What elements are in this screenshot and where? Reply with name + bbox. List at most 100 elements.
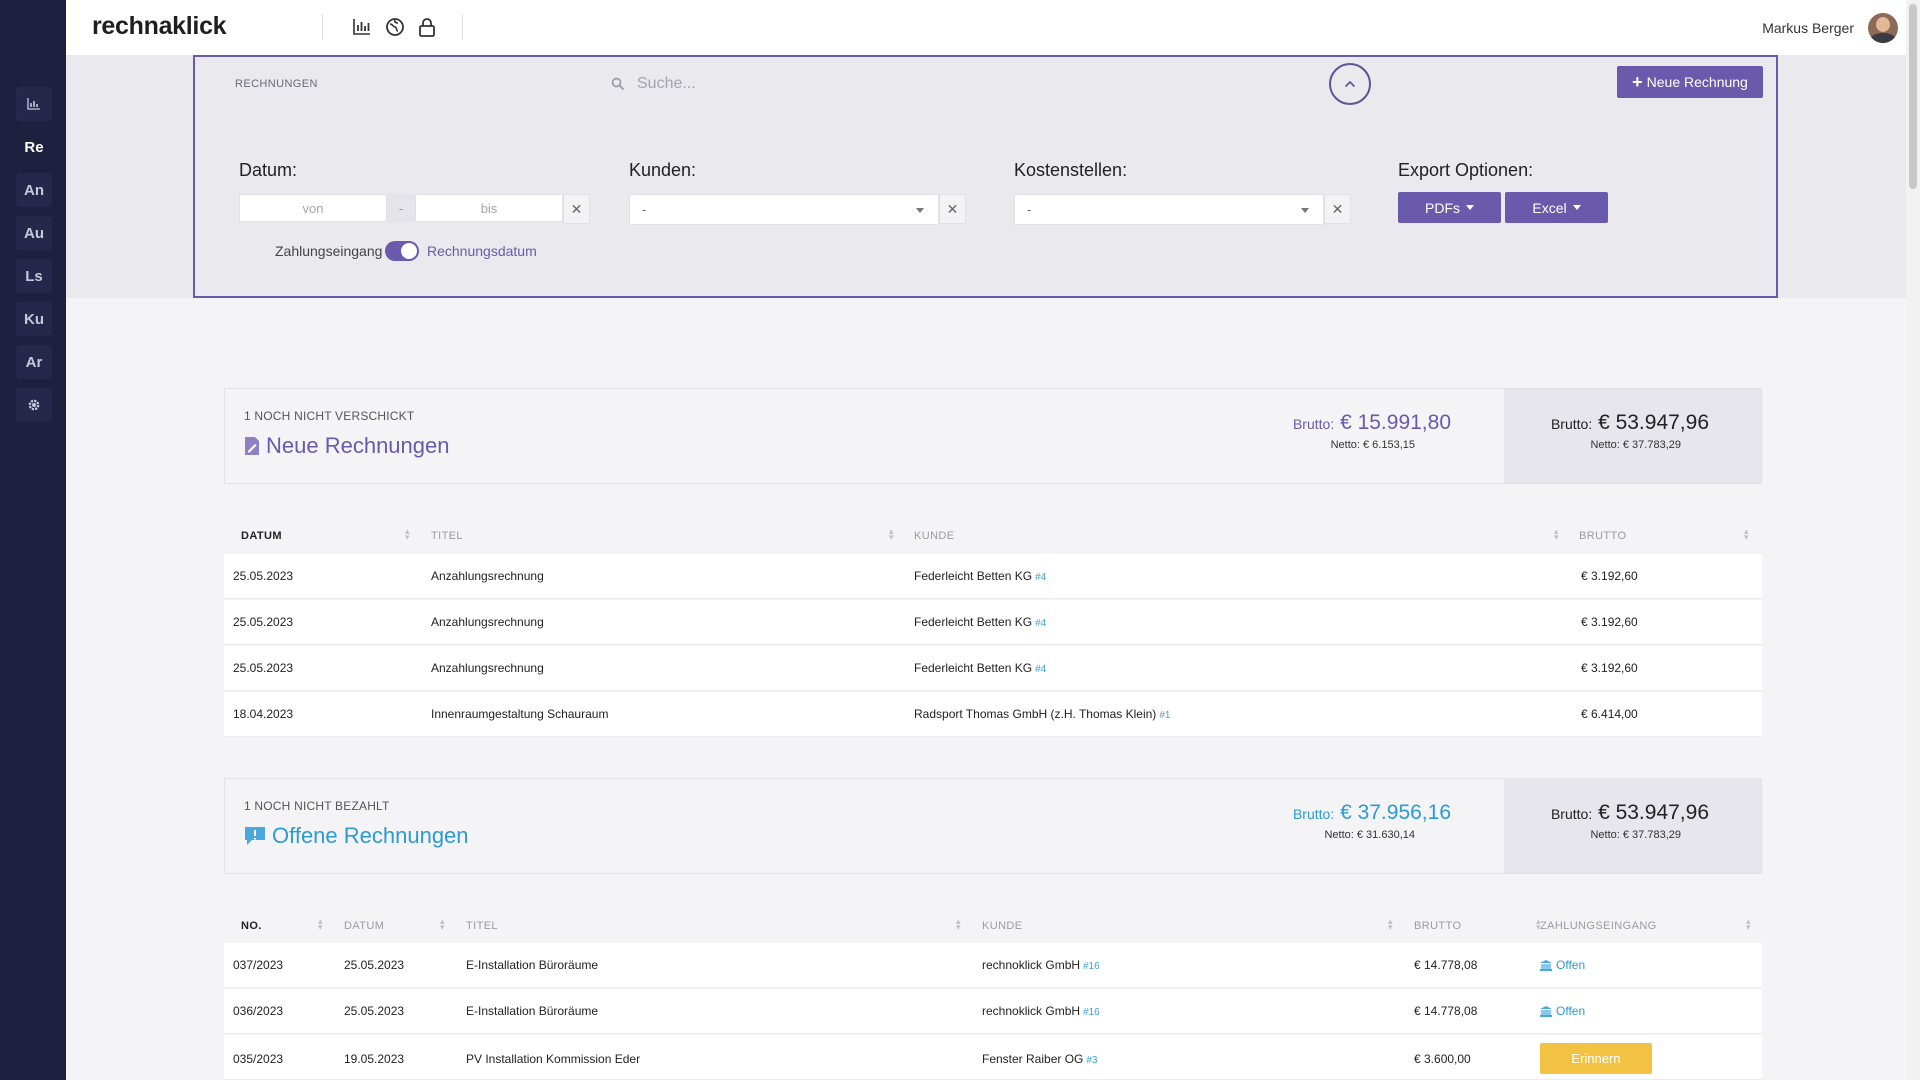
date-type-toggle[interactable] [385,241,419,261]
column-header-titel[interactable]: TITEL [431,530,463,542]
cell-title: Innenraumgestaltung Schauraum [431,707,609,721]
app-logo[interactable]: rechnaklick [92,12,227,41]
remind-button[interactable]: Erinnern [1540,1043,1652,1074]
column-header-brutto[interactable]: BRUTTO [1579,530,1626,542]
sidebar-item-angebote[interactable]: An [16,173,52,207]
divider [462,14,463,40]
customer-ref-link[interactable]: #4 [1035,664,1046,675]
sort-icon[interactable]: ▴ ▾ [1746,917,1751,932]
top-bar: rechnaklick Markus Berger [66,0,1920,55]
customer-name: Federleicht Betten KG [914,615,1033,629]
export-label: Export Optionen: [1398,160,1534,180]
lock-icon[interactable] [416,16,438,38]
column-header-datum[interactable]: DATUM [344,920,384,932]
open-invoices-netto: Netto: € 31.630,14 [1324,829,1415,841]
sidebar-item-rechnungen[interactable]: Re [16,130,52,164]
new-invoices-total: Brutto: € 53.947,96 Netto: € 37.783,29 [1504,389,1761,483]
export-pdfs-button[interactable]: PDFs [1398,192,1501,223]
export-pdfs-label: PDFs [1425,199,1460,216]
payment-status[interactable]: Offen [1540,958,1585,972]
caret-down-icon [1301,208,1309,213]
column-header-kunde[interactable]: KUNDE [982,920,1023,932]
sidebar-item-label: Re [24,138,44,156]
export-excel-button[interactable]: Excel [1505,192,1608,223]
plus-icon: + [1632,72,1643,92]
customer-ref-link[interactable]: #16 [1083,961,1100,972]
costcenters-label: Kostenstellen: [1014,160,1128,180]
clear-date-button[interactable]: ✕ [563,194,590,224]
cell-no: 036/2023 [233,1004,284,1018]
sidebar-item-lieferscheine[interactable]: Ls [16,259,52,293]
avatar[interactable] [1868,13,1898,43]
cell-date: 25.05.2023 [233,661,294,675]
sort-icon[interactable]: ▴ ▾ [956,917,961,932]
customer-ref-link[interactable]: #4 [1035,572,1046,583]
bank-icon [1540,959,1552,971]
user-name[interactable]: Markus Berger [1762,20,1854,36]
sort-icon[interactable]: ▴ ▾ [405,527,410,542]
brutto-value: € 53.947,96 [1598,801,1709,824]
sort-icon[interactable]: ▴ ▾ [440,917,445,932]
table-row[interactable]: 25.05.2023 Anzahlungsrechnung Federleich… [224,646,1762,691]
new-invoice-button[interactable]: + Neue Rechnung [1617,66,1763,98]
sidebar-item-artikel[interactable]: Ar [16,345,52,379]
table-row[interactable]: 25.05.2023 Anzahlungsrechnung Federleich… [224,554,1762,599]
search-input[interactable] [635,69,1055,99]
customer-ref-link[interactable]: #3 [1086,1055,1097,1066]
bar-chart-icon[interactable] [351,16,373,38]
sidebar-item-kunden[interactable]: Ku [16,302,52,336]
table-row[interactable]: 035/2023 19.05.2023 PV Installation Komm… [224,1035,1762,1080]
netto-value: € 37.783,29 [1622,829,1681,841]
sort-icon[interactable]: ▴ ▾ [889,527,894,542]
table-row[interactable]: 037/2023 25.05.2023 E-Installation Büror… [224,943,1762,988]
table-row[interactable]: 25.05.2023 Anzahlungsrechnung Federleich… [224,600,1762,645]
column-header-no[interactable]: NO. [241,920,262,932]
customer-name: Radsport Thomas GmbH (z.H. Thomas Klein) [914,707,1157,721]
collapse-filter-button[interactable] [1329,63,1371,105]
clear-customers-button[interactable]: ✕ [939,194,966,224]
netto-label: Netto: [1324,829,1354,841]
sidebar-item-label: Ku [24,310,44,328]
sidebar-item-label: Ar [25,353,43,371]
cell-brutto: € 14.778,08 [1414,1004,1478,1018]
globe-icon[interactable] [384,16,406,38]
customer-ref-link[interactable]: #16 [1083,1007,1100,1018]
column-header-titel[interactable]: TITEL [466,920,498,932]
netto-label: Netto: [1590,829,1620,841]
column-header-kunde[interactable]: KUNDE [914,530,955,542]
customer-ref-link[interactable]: #1 [1159,710,1170,721]
sort-icon[interactable]: ▴ ▾ [318,917,323,932]
new-invoices-eyebrow: 1 NOCH NICHT VERSCHICKT [244,409,415,423]
sort-icon[interactable]: ▴ ▾ [1744,527,1749,542]
sort-icon[interactable]: ▴ ▾ [1554,527,1559,542]
customers-select[interactable]: - [629,194,939,225]
scrollbar-thumb[interactable] [1909,4,1917,189]
date-from-input[interactable]: von [239,194,387,222]
total-brutto: Brutto: € 53.947,96 [1551,801,1709,825]
date-to-input[interactable]: bis [415,194,563,222]
costcenters-select[interactable]: - [1014,194,1324,225]
new-invoices-title[interactable]: Neue Rechnungen [244,433,449,459]
sidebar-item-auftraege[interactable]: Au [16,216,52,250]
sort-icon[interactable]: ▴ ▾ [1388,917,1393,932]
new-invoice-button-label: Neue Rechnung [1646,74,1748,90]
cell-date: 25.05.2023 [344,958,405,972]
customer-name: Federleicht Betten KG [914,569,1033,583]
column-header-zahlungseingang[interactable]: ZAHLUNGSEINGANG [1540,920,1657,932]
new-invoices-title-text: Neue Rechnungen [266,433,450,458]
document-edit-icon [245,437,259,455]
payment-status[interactable]: Offen [1540,1004,1585,1018]
gear-icon [28,399,40,411]
table-row[interactable]: 18.04.2023 Innenraumgestaltung Schauraum… [224,692,1762,737]
clear-costcenters-button[interactable]: ✕ [1324,194,1351,224]
customer-ref-link[interactable]: #4 [1035,618,1046,629]
cell-title: Anzahlungsrechnung [431,569,544,583]
open-invoices-title[interactable]: Offene Rechnungen [244,823,469,849]
page-scrollbar[interactable] [1906,0,1920,1080]
sidebar: Re An Au Ls Ku Ar [0,0,66,1080]
sidebar-item-dashboard[interactable] [16,87,52,121]
table-row[interactable]: 036/2023 25.05.2023 E-Installation Büror… [224,989,1762,1034]
column-header-brutto[interactable]: BRUTTO [1414,920,1461,932]
column-header-datum[interactable]: DATUM [241,530,282,542]
sidebar-item-settings[interactable] [16,388,52,422]
